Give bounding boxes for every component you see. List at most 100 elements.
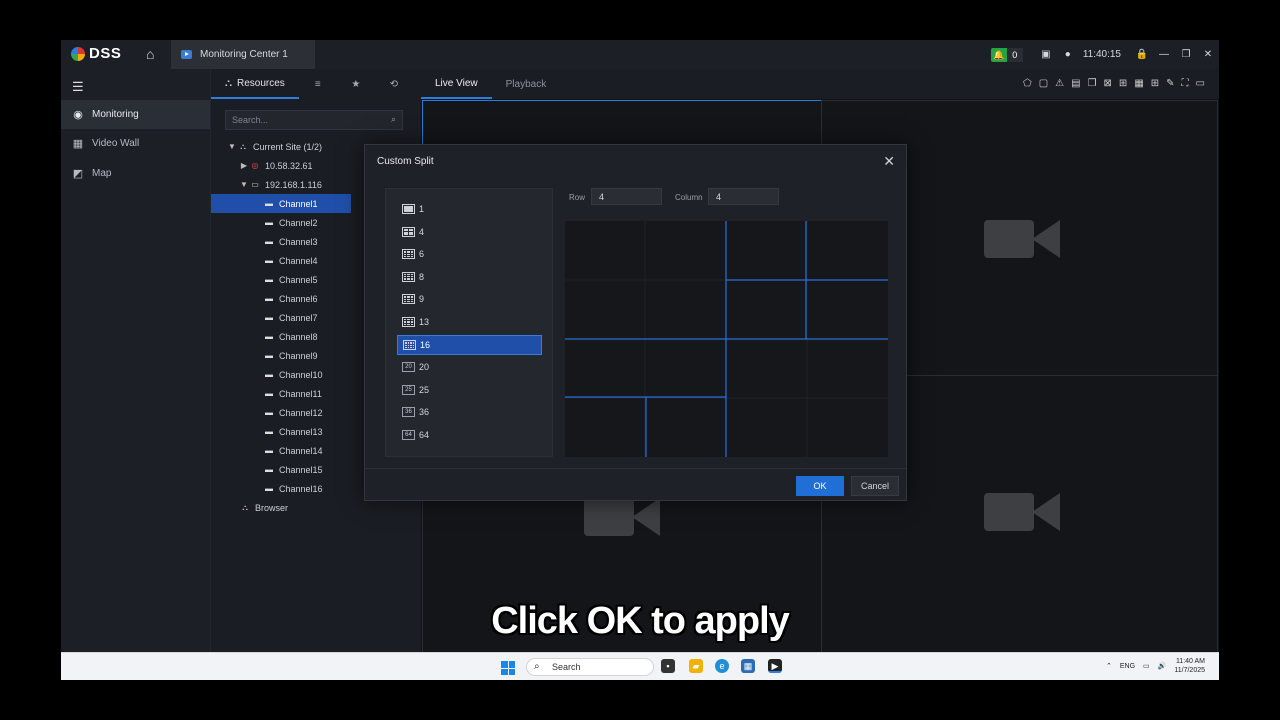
split-preview-grid	[565, 221, 888, 457]
split-list: 1 4 6 8 9 13 16 20 20 25 25 36 36 64 64	[385, 188, 553, 457]
nav-item-video-wall[interactable]: ▦ Video Wall	[61, 129, 210, 158]
caret-down-icon[interactable]: ▼	[239, 180, 249, 189]
camera-icon: ▬	[265, 408, 273, 417]
split-option-label: 6	[419, 249, 425, 260]
close-icon[interactable]: ✕	[883, 153, 895, 170]
nav-label: Monitoring	[92, 109, 139, 120]
home-view-icon[interactable]: ⬠	[1023, 78, 1032, 89]
volume-icon[interactable]: 🔊	[1158, 662, 1167, 670]
taskbar-search[interactable]: ⌕ Search	[526, 658, 654, 676]
tree-label: Channel11	[279, 388, 322, 399]
lock-icon[interactable]: 🔒	[1131, 49, 1153, 60]
camera-placeholder-icon	[984, 216, 1060, 262]
taskbar-search-label: Search	[552, 662, 581, 672]
app-name: DSS	[89, 45, 122, 62]
split-option-25[interactable]: 25 25	[397, 380, 542, 400]
alarm-count: 0	[1006, 47, 1023, 62]
split-layout-icon: 36	[402, 407, 415, 418]
split-option-16[interactable]: 16	[397, 334, 542, 355]
split-option-20[interactable]: 20 20	[397, 357, 542, 377]
split-option-36[interactable]: 36 36	[397, 402, 542, 422]
store-icon[interactable]: ▦	[741, 659, 755, 673]
file-explorer-icon[interactable]: ▰	[689, 659, 703, 673]
tree-label: Channel13	[279, 426, 323, 437]
alarm-counter[interactable]: 🔔 0	[990, 47, 1023, 62]
camera-icon: ▬	[265, 199, 273, 208]
alarm-icon[interactable]: ⚠	[1055, 78, 1064, 89]
tree-label: Channel12	[279, 407, 323, 418]
windows-start-icon[interactable]	[501, 661, 515, 675]
bell-icon: 🔔	[990, 47, 1007, 62]
monitoring-icon: ◉	[73, 109, 83, 121]
left-nav: ☰ ◉ Monitoring ▦ Video Wall ◩ Map	[61, 69, 210, 680]
video-wall-icon: ▦	[72, 138, 84, 150]
row-input[interactable]: 4	[591, 188, 662, 205]
minimize-icon[interactable]: —	[1153, 49, 1175, 60]
camera-icon: ▬	[265, 332, 273, 341]
tree-label: Channel4	[279, 255, 318, 266]
edit-icon[interactable]: ✎	[1166, 78, 1174, 89]
tab-playback[interactable]: Playback	[492, 69, 561, 99]
tray-chevron-icon[interactable]: ⌃	[1106, 662, 1112, 670]
resource-search-input[interactable]: Search... ⌕	[225, 110, 403, 130]
split-option-label: 20	[419, 362, 430, 373]
home-icon[interactable]: ⌂	[146, 46, 160, 62]
split-4-icon[interactable]: ⊞	[1119, 78, 1127, 89]
browser-icon: ⛬	[242, 502, 248, 512]
chat-icon[interactable]: ▢	[1039, 78, 1048, 89]
split-preview[interactable]	[565, 221, 888, 457]
restore-icon[interactable]: ❐	[1175, 49, 1197, 60]
save-icon[interactable]: ▤	[1071, 78, 1080, 89]
taskbar-clock[interactable]: 11:40 AM 11/7/2025	[1174, 657, 1205, 675]
split-16-icon[interactable]: ⊞	[1151, 78, 1159, 89]
split-9-icon[interactable]: ▦	[1134, 78, 1143, 89]
dialog-divider	[365, 468, 906, 469]
tab-live-view[interactable]: Live View	[421, 69, 492, 99]
split-option-1[interactable]: 1	[397, 199, 542, 219]
view-tabs: Live View Playback ⬠ ▢ ⚠ ▤ ❐ ⊠ ⊞ ▦ ⊞ ✎ ⛶…	[421, 69, 1219, 99]
exit-icon[interactable]: ▭	[1196, 78, 1205, 89]
network-icon[interactable]: ▭	[1143, 662, 1150, 670]
tree-label: Channel10	[279, 369, 323, 380]
refresh-icon[interactable]: ⟲	[375, 79, 413, 90]
search-icon[interactable]: ⌕	[391, 114, 396, 125]
split-option-8[interactable]: 8	[397, 267, 542, 287]
column-input[interactable]: 4	[708, 188, 779, 205]
list-icon[interactable]: ≡	[299, 79, 337, 90]
tree-label: Channel2	[279, 217, 318, 228]
window-icon[interactable]: ⊠	[1104, 78, 1112, 89]
edge-icon[interactable]: e	[715, 659, 729, 673]
language-indicator[interactable]: ENG	[1120, 663, 1135, 670]
dss-taskbar-icon[interactable]: ▶	[768, 659, 782, 673]
map-icon: ◩	[72, 168, 84, 180]
camera-icon: ▬	[265, 294, 273, 303]
tab-label: Monitoring Center 1	[200, 49, 288, 60]
tree-node-channel[interactable]: ▬ Channel1	[211, 194, 351, 213]
menu-icon[interactable]: ☰	[72, 79, 84, 95]
split-option-label: 13	[419, 317, 430, 327]
message-icon[interactable]: ▣	[1035, 49, 1057, 60]
user-icon[interactable]: ●	[1057, 49, 1079, 60]
camera-placeholder-icon	[984, 489, 1060, 535]
copy-icon[interactable]: ❐	[1088, 78, 1097, 89]
tree-label: Channel6	[279, 293, 318, 304]
tab-monitoring-center[interactable]: Monitoring Center 1	[171, 40, 315, 69]
nav-item-map[interactable]: ◩ Map	[61, 159, 210, 188]
ok-button[interactable]: OK	[796, 476, 844, 496]
caret-down-icon[interactable]: ▼	[227, 142, 237, 151]
close-icon[interactable]: ✕	[1197, 49, 1219, 60]
nav-item-monitoring[interactable]: ◉ Monitoring	[61, 100, 210, 129]
split-option-4[interactable]: 4	[397, 222, 542, 242]
tab-resources[interactable]: ⛬ Resources	[211, 69, 299, 99]
split-option-9[interactable]: 9	[397, 289, 542, 309]
title-bar: DSS ⌂ Monitoring Center 1 🔔 0 ▣ ● 11:40:…	[61, 40, 1219, 69]
favorite-icon[interactable]: ★	[337, 79, 375, 90]
split-option-6[interactable]: 6	[397, 244, 542, 264]
cancel-button[interactable]: Cancel	[851, 476, 899, 496]
caret-right-icon[interactable]: ▶	[239, 161, 249, 170]
resources-icon: ⛬	[225, 77, 232, 89]
fullscreen-icon[interactable]: ⛶	[1182, 78, 1189, 89]
task-view-icon[interactable]: ▪	[661, 659, 675, 673]
split-option-13[interactable]: 13	[397, 312, 542, 332]
split-option-64[interactable]: 64 64	[397, 425, 542, 445]
